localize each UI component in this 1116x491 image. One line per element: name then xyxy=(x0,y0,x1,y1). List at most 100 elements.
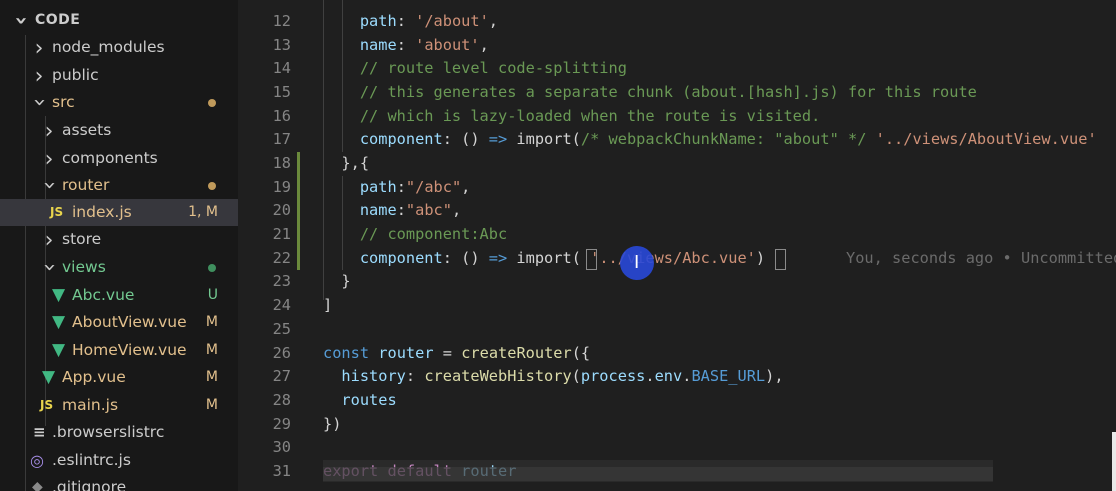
eslint-file-icon: ◎ xyxy=(30,451,44,470)
root-folder-label: CODE xyxy=(35,12,81,28)
tree-item-index-js[interactable]: JS index.js 1, M xyxy=(0,199,238,226)
vue-file-icon: ▼ xyxy=(52,340,66,360)
code-line: name:"abc", xyxy=(323,201,462,219)
chevron-down-icon xyxy=(42,172,56,202)
line-number: 26 xyxy=(272,344,291,362)
line-number: 24 xyxy=(272,296,291,314)
line-number: 31 xyxy=(272,462,291,480)
line-number: 14 xyxy=(272,59,291,77)
tree-item-src[interactable]: src xyxy=(0,89,238,116)
code-line: // route level code-splitting xyxy=(323,59,627,77)
code-editor[interactable]: 12 13 14 15 16 17 18 19 20 21 22 23 24 2… xyxy=(238,0,1116,491)
git-file-icon: ◆ xyxy=(32,479,43,491)
code-line: routes xyxy=(323,391,397,409)
vue-file-icon: ▼ xyxy=(52,312,66,332)
chevron-right-icon xyxy=(42,117,56,147)
tree-item-public[interactable]: public xyxy=(0,62,238,89)
git-blame-annotation: You, seconds ago • Uncommitted xyxy=(846,249,1116,267)
code-line: }) xyxy=(323,415,342,433)
config-file-icon: ≡ xyxy=(33,423,46,441)
vertical-scrollbar[interactable] xyxy=(1112,432,1116,491)
chevron-down-icon xyxy=(32,89,46,119)
line-number: 19 xyxy=(272,178,291,196)
tree-item-label: .eslintrc.js xyxy=(52,451,131,469)
code-line: ] xyxy=(323,296,333,314)
tree-item-aboutview-vue[interactable]: ▼ AboutView.vue M xyxy=(0,309,238,336)
line-number: 12 xyxy=(272,12,291,30)
git-modified-gutter xyxy=(297,152,300,270)
code-line: component: () => import(/* webpackChunkN… xyxy=(323,130,1097,148)
vue-file-icon: ▼ xyxy=(42,367,56,387)
code-line: name: 'about', xyxy=(323,36,489,54)
bracket-match-box xyxy=(775,249,786,270)
line-number: 23 xyxy=(272,272,291,290)
tree-item-homeview-vue[interactable]: ▼ HomeView.vue M xyxy=(0,337,238,364)
js-file-icon: JS xyxy=(40,398,54,412)
tree-item-label: public xyxy=(52,66,99,84)
tree-item-abc-vue[interactable]: ▼ Abc.vue U xyxy=(0,282,238,309)
tree-item-node-modules[interactable]: node_modules xyxy=(0,34,238,61)
git-status-badge: M xyxy=(205,342,218,358)
git-status-badge: M xyxy=(205,369,218,385)
line-number: 15 xyxy=(272,83,291,101)
text-cursor-icon: I xyxy=(634,252,640,273)
tree-item-main-js[interactable]: JS main.js M xyxy=(0,392,238,419)
git-status-badge: M xyxy=(205,397,218,413)
tree-item-label: views xyxy=(62,258,106,276)
chevron-right-icon xyxy=(32,34,46,64)
tree-item-assets[interactable]: assets xyxy=(0,117,238,144)
modified-dot-icon xyxy=(208,182,216,190)
code-line: },{ xyxy=(323,154,370,172)
line-number: 30 xyxy=(272,438,291,456)
tree-item-browserslistrc[interactable]: ≡ .browserslistrc xyxy=(0,419,238,446)
line-number: 27 xyxy=(272,367,291,385)
modified-dot-icon xyxy=(208,99,216,107)
line-number: 22 xyxy=(272,249,291,267)
untracked-dot-icon xyxy=(208,264,216,272)
tree-item-eslintrc-js[interactable]: ◎ .eslintrc.js xyxy=(0,447,238,474)
explorer-sidebar: CODE node_modules public src assets comp… xyxy=(0,0,238,491)
code-line: history: createWebHistory(process.env.BA… xyxy=(323,367,784,385)
chevron-right-icon xyxy=(32,62,46,92)
code-line: // component:Abc xyxy=(323,225,508,243)
tree-item-label: index.js xyxy=(72,203,132,221)
tree-item-gitignore[interactable]: ◆ .gitignore xyxy=(0,474,238,491)
code-line: } xyxy=(323,272,351,290)
line-number: 29 xyxy=(272,415,291,433)
tree-item-label: main.js xyxy=(62,396,119,414)
line-number: 21 xyxy=(272,225,291,243)
code-line: component: () => import( '../views/Abc.v… xyxy=(323,249,766,267)
tree-item-label: src xyxy=(52,93,75,111)
tree-item-app-vue[interactable]: ▼ App.vue M xyxy=(0,364,238,391)
tree-item-router[interactable]: router xyxy=(0,172,238,199)
tree-item-label: .browserslistrc xyxy=(52,423,165,441)
code-line: path: '/about', xyxy=(323,12,499,30)
vue-file-icon: ▼ xyxy=(52,285,66,305)
line-number: 17 xyxy=(272,130,291,148)
line-number: 18 xyxy=(272,154,291,172)
tree-item-label: Abc.vue xyxy=(72,286,135,304)
tree-item-label: .gitignore xyxy=(52,478,127,491)
code-line: const router = createRouter({ xyxy=(323,344,591,362)
tree-item-label: components xyxy=(62,149,158,167)
tree-item-label: assets xyxy=(62,121,112,139)
line-number: 25 xyxy=(272,320,291,338)
tree-item-components[interactable]: components xyxy=(0,145,238,172)
bracket-match-box xyxy=(586,249,597,270)
tree-item-store[interactable]: store xyxy=(0,226,238,253)
tree-item-views[interactable]: views xyxy=(0,254,238,281)
chevron-right-icon xyxy=(42,226,56,256)
tree-item-label: router xyxy=(62,176,110,194)
code-line: // this generates a separate chunk (abou… xyxy=(323,83,977,101)
tree-item-label: AboutView.vue xyxy=(72,313,187,331)
chevron-down-icon xyxy=(14,7,28,37)
tree-item-label: HomeView.vue xyxy=(72,341,187,359)
tree-item-label: store xyxy=(62,230,102,248)
horizontal-scrollbar[interactable] xyxy=(323,467,993,481)
tree-item-label: App.vue xyxy=(62,368,126,386)
explorer-root-folder[interactable]: CODE xyxy=(0,7,238,34)
line-number: 16 xyxy=(272,107,291,125)
git-status-badge: M xyxy=(205,314,218,330)
code-line: // which is lazy-loaded when the route i… xyxy=(323,107,821,125)
line-number: 13 xyxy=(272,36,291,54)
